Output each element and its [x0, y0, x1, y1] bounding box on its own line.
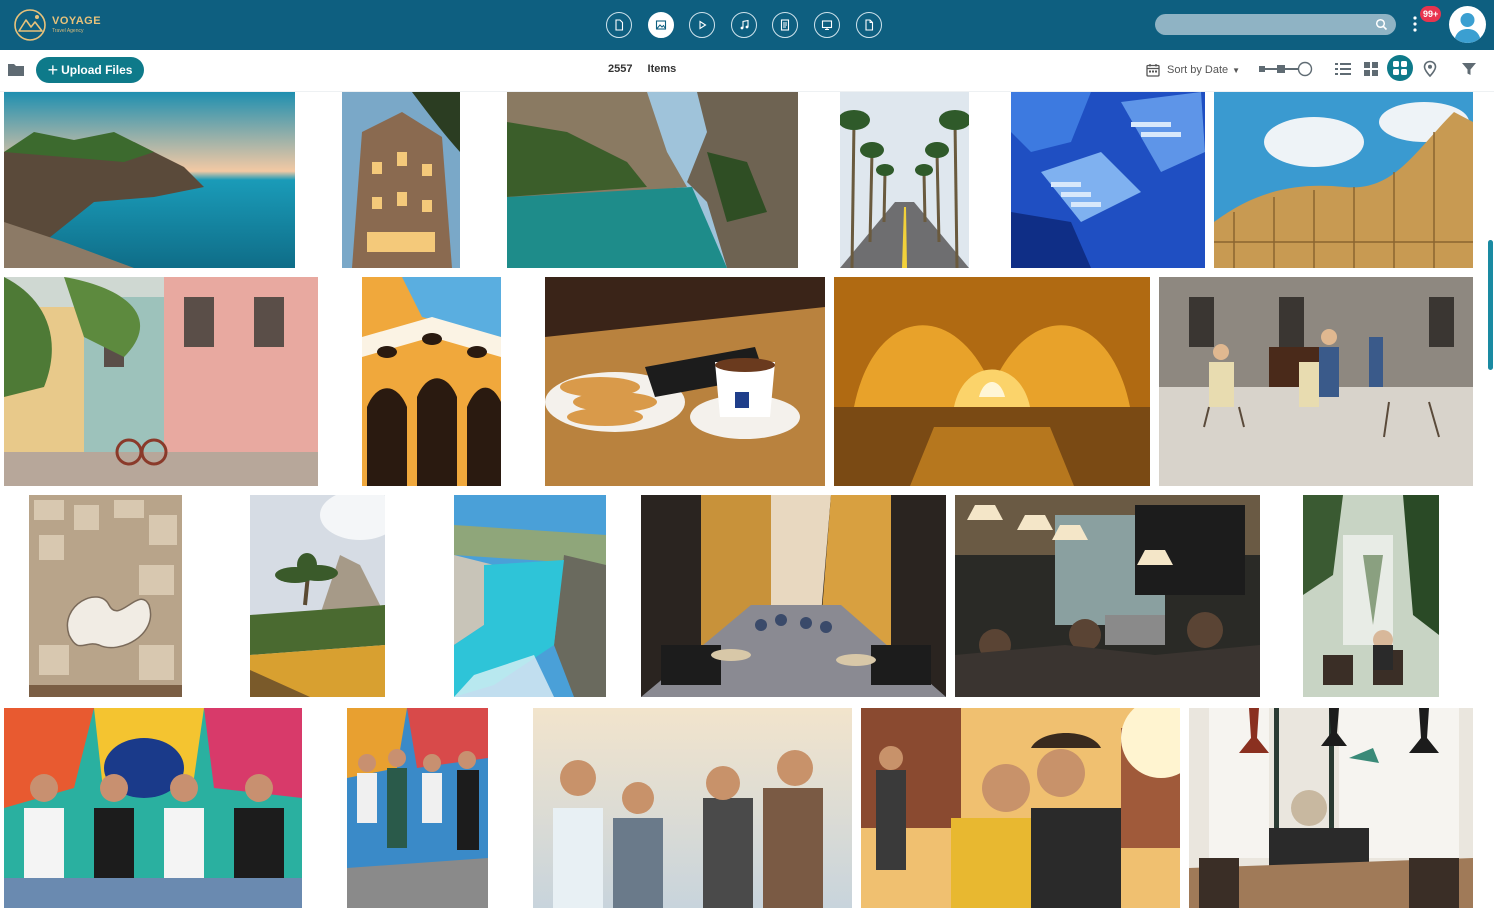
- tab-documents[interactable]: [606, 12, 632, 38]
- sort-dropdown[interactable]: Sort by Date ▼: [1146, 62, 1240, 78]
- photo-coffee-shop-interior[interactable]: [955, 495, 1260, 697]
- tab-other[interactable]: [855, 12, 882, 38]
- tab-presentations[interactable]: [813, 12, 840, 38]
- photo-turquoise-cove[interactable]: [454, 495, 606, 697]
- notification-badge[interactable]: 99+: [1420, 6, 1442, 22]
- top-bar: VOYAGE Travel Agency 99+: [0, 0, 1494, 50]
- tab-videos[interactable]: [689, 12, 716, 38]
- presentation-icon: [821, 20, 833, 30]
- brand-tagline: Travel Agency: [52, 28, 84, 34]
- search-icon[interactable]: [1375, 18, 1388, 31]
- brand-name: VOYAGE: [52, 15, 102, 27]
- photo-palm-boulevard[interactable]: [840, 92, 969, 268]
- play-icon: [699, 20, 707, 30]
- user-avatar-icon: [1454, 13, 1481, 43]
- calendar-icon: [1146, 64, 1160, 77]
- photo-churros-chocolate[interactable]: [545, 277, 825, 486]
- photo-golden-arched-baths[interactable]: [834, 277, 1150, 486]
- photo-busy-cafe-street[interactable]: [641, 495, 946, 697]
- tab-audio[interactable]: [730, 12, 757, 38]
- photo-river-canyon[interactable]: [507, 92, 798, 268]
- sort-label: Sort by Date: [1167, 64, 1229, 76]
- grid-view-icon[interactable]: [1362, 60, 1380, 78]
- item-count-label: Items: [647, 63, 677, 75]
- brand-logo[interactable]: VOYAGE Travel Agency: [12, 7, 132, 43]
- photo-street-musicians[interactable]: [1159, 277, 1473, 486]
- photo-mural-group[interactable]: [347, 708, 488, 908]
- photo-coastal-cliffs[interactable]: [4, 92, 295, 268]
- photo-courtyard-arches[interactable]: [362, 277, 501, 486]
- filter-icon[interactable]: [1460, 60, 1478, 78]
- avatar[interactable]: [1449, 6, 1486, 43]
- list-view-icon[interactable]: [1334, 60, 1352, 78]
- toolbar: + Upload Files 2557 Items Sort by Date ▼: [0, 50, 1494, 92]
- upload-files-button[interactable]: + Upload Files: [36, 57, 144, 83]
- text-file-icon: [781, 19, 790, 31]
- item-count: 2557 Items: [608, 63, 676, 75]
- mosaic-view-button[interactable]: [1387, 55, 1413, 81]
- photo-colorful-street[interactable]: [4, 277, 318, 486]
- tab-text[interactable]: [772, 12, 799, 38]
- map-pin-icon[interactable]: [1421, 60, 1439, 78]
- logo-mountain-icon: [14, 9, 46, 41]
- plus-icon: +: [47, 60, 59, 80]
- photo-gallery: [0, 92, 1486, 908]
- photo-palm-terrace[interactable]: [250, 495, 385, 697]
- photo-mural-friends[interactable]: [4, 708, 302, 908]
- photo-garden-cafe[interactable]: [1303, 495, 1439, 697]
- upload-files-label: Upload Files: [61, 63, 133, 77]
- caret-down-icon: ▼: [1232, 65, 1241, 75]
- scrollbar-thumb[interactable]: [1488, 240, 1493, 370]
- document-icon: [615, 19, 624, 31]
- tab-images[interactable]: [647, 12, 674, 38]
- image-icon: [655, 20, 666, 30]
- file-icon: [865, 19, 873, 31]
- photo-rooftop-couple[interactable]: [861, 708, 1180, 908]
- file-type-tabs: [606, 12, 897, 38]
- zoom-slider[interactable]: [1258, 61, 1314, 77]
- folder-icon[interactable]: [7, 62, 25, 77]
- photo-blue-staircases[interactable]: [1011, 92, 1205, 268]
- mosaic-view-icon: [1393, 61, 1407, 75]
- scrollbar[interactable]: [1486, 92, 1494, 908]
- photo-metropol-parasol[interactable]: [1214, 92, 1473, 268]
- photo-aerial-city[interactable]: [29, 495, 182, 697]
- photo-casa-batllo[interactable]: [342, 92, 460, 268]
- search-input[interactable]: [1155, 14, 1396, 35]
- music-note-icon: [740, 19, 749, 30]
- photo-sunset-friends[interactable]: [533, 708, 852, 908]
- item-count-number: 2557: [608, 63, 633, 75]
- photo-cafe-window[interactable]: [1189, 708, 1473, 908]
